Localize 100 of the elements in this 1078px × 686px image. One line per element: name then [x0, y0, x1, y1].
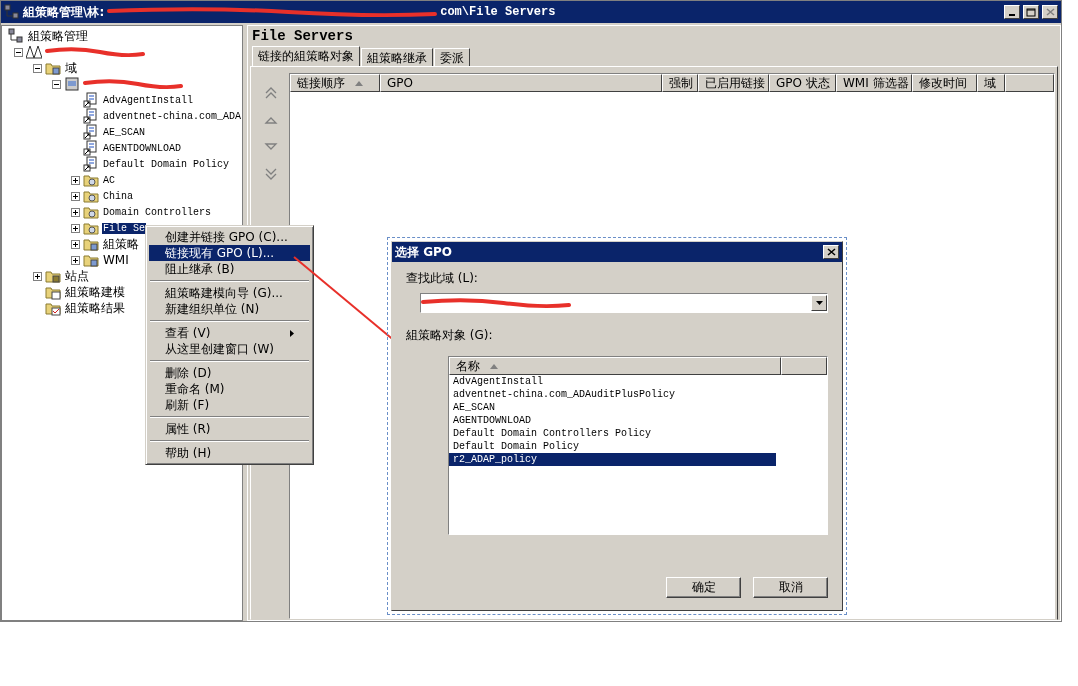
plus-icon: [72, 224, 79, 232]
expand-toggle[interactable]: [71, 239, 80, 249]
domain-dropdown[interactable]: [420, 293, 828, 313]
tree-item[interactable]: Default Domain Policy: [102, 158, 231, 170]
tab[interactable]: 組策略继承: [361, 48, 433, 66]
server-icon: [64, 76, 80, 92]
plus-icon: [72, 240, 79, 248]
close-icon: [826, 248, 836, 256]
collapse-toggle[interactable]: [14, 47, 23, 57]
menu-item[interactable]: 刷新 (F): [149, 397, 310, 413]
folder-icon: [83, 252, 99, 268]
maximize-button[interactable]: [1023, 5, 1039, 19]
tree-item[interactable]: 域: [64, 59, 78, 77]
tree-item[interactable]: 組策略建模: [64, 283, 126, 301]
window-title: 組策略管理\林:: [23, 3, 105, 21]
close-button[interactable]: [1042, 5, 1058, 19]
menu-item[interactable]: 创建并链接 GPO (C)...: [149, 229, 310, 245]
tree-item[interactable]: 組策略: [102, 235, 140, 253]
caret-icon: [815, 301, 823, 305]
tree-item[interactable]: adventnet-china.com_ADA: [101, 110, 242, 122]
column-header[interactable]: 强制: [662, 74, 698, 92]
menu-item[interactable]: 阻止继承 (B): [149, 261, 310, 277]
hierarchy-icon: [8, 28, 24, 44]
close-button[interactable]: [823, 245, 839, 259]
menu-item[interactable]: 链接现有 GPO (L)...: [149, 245, 310, 261]
sort-icon: [490, 363, 498, 369]
list-item[interactable]: AGENTDOWNLOAD: [449, 414, 776, 427]
expand-toggle[interactable]: [33, 271, 42, 281]
expand-toggle[interactable]: [71, 175, 80, 185]
folder-icon: [45, 268, 61, 284]
tree-item[interactable]: AC: [102, 174, 116, 186]
menu-item[interactable]: 属性 (R): [149, 421, 310, 437]
tree-item[interactable]: China: [102, 190, 134, 202]
maximize-icon: [1026, 7, 1036, 17]
scroll-icon: [83, 108, 99, 124]
tree-icon: [26, 44, 42, 60]
menu-item[interactable]: 新建组织单位 (N): [149, 301, 310, 317]
menu-item[interactable]: 重命名 (M): [149, 381, 310, 397]
list-item[interactable]: AE_SCAN: [449, 401, 776, 414]
plus-icon: [34, 272, 41, 280]
expand-toggle[interactable]: [71, 223, 80, 233]
tree-item[interactable]: 組策略管理: [27, 27, 89, 45]
list-item[interactable]: Default Domain Controllers Policy: [449, 427, 776, 440]
tree-item[interactable]: File Se: [102, 222, 146, 234]
menu-item[interactable]: 查看 (V): [149, 325, 310, 341]
dialog-button[interactable]: 确定: [666, 577, 741, 598]
list-item[interactable]: Default Domain Policy: [449, 440, 776, 453]
column-header[interactable]: 域: [977, 74, 1005, 92]
folder-icon: [83, 172, 99, 188]
folder-icon: [83, 236, 99, 252]
list-item[interactable]: r2_ADAP_policy: [449, 453, 776, 466]
dropdown-button[interactable]: [811, 295, 827, 311]
column-header[interactable]: GPO: [380, 74, 662, 92]
tree-item[interactable]: AE_SCAN: [102, 126, 146, 138]
move-up-icon: [264, 115, 278, 125]
expand-toggle[interactable]: [71, 191, 80, 201]
menu-item[interactable]: 删除 (D): [149, 365, 310, 381]
column-header[interactable]: GPO 状态: [769, 74, 836, 92]
column-header[interactable]: 链接顺序: [290, 74, 380, 92]
list-item[interactable]: AdvAgentInstall: [449, 375, 776, 388]
collapse-toggle[interactable]: [33, 63, 42, 73]
tree-item[interactable]: WMI: [102, 253, 130, 267]
tree-item[interactable]: 組策略结果: [64, 299, 126, 317]
dialog-button[interactable]: 取消: [753, 577, 828, 598]
folder-icon: [45, 284, 61, 300]
tab[interactable]: 委派: [434, 48, 470, 66]
move-down-icon: [264, 142, 278, 152]
folder-icon: [45, 300, 61, 316]
plus-icon: [72, 208, 79, 216]
window-title: com\File Servers: [440, 5, 556, 19]
folder-icon: [45, 60, 61, 76]
field-label: 查找此域 (L):: [406, 270, 478, 287]
menu-item[interactable]: 从这里创建窗口 (W): [149, 341, 310, 357]
close-icon: [1045, 8, 1055, 16]
tree-item[interactable]: AdvAgentInstall: [102, 94, 194, 106]
scroll-icon: [83, 156, 99, 172]
expand-toggle[interactable]: [71, 207, 80, 217]
plus-icon: [72, 192, 79, 200]
folder-icon: [83, 220, 99, 236]
tree-item[interactable]: AGENTDOWNLOAD: [102, 142, 182, 154]
hierarchy-icon: [4, 4, 20, 20]
column-header[interactable]: 已启用链接: [698, 74, 769, 92]
menu-item[interactable]: 帮助 (H): [149, 445, 310, 461]
column-header[interactable]: WMI 筛选器: [836, 74, 912, 92]
move-top-icon: [264, 86, 278, 100]
column-header[interactable]: 名称: [449, 357, 781, 375]
tree-item[interactable]: Domain Controllers: [102, 206, 213, 218]
tab[interactable]: 链接的組策略对象: [252, 46, 360, 66]
list-item[interactable]: adventnet-china.com_ADAuditPlusPolicy: [449, 388, 776, 401]
tree-item[interactable]: 站点: [64, 267, 90, 285]
expand-toggle[interactable]: [71, 255, 80, 265]
plus-icon: [72, 256, 79, 264]
folder-icon: [83, 204, 99, 220]
column-header[interactable]: 修改时间: [912, 74, 977, 92]
scroll-icon: [83, 140, 99, 156]
minimize-button[interactable]: [1004, 5, 1020, 19]
menu-item[interactable]: 組策略建模向导 (G)...: [149, 285, 310, 301]
plus-icon: [72, 176, 79, 184]
pane-heading: File Servers: [251, 28, 354, 46]
collapse-toggle[interactable]: [52, 79, 61, 89]
